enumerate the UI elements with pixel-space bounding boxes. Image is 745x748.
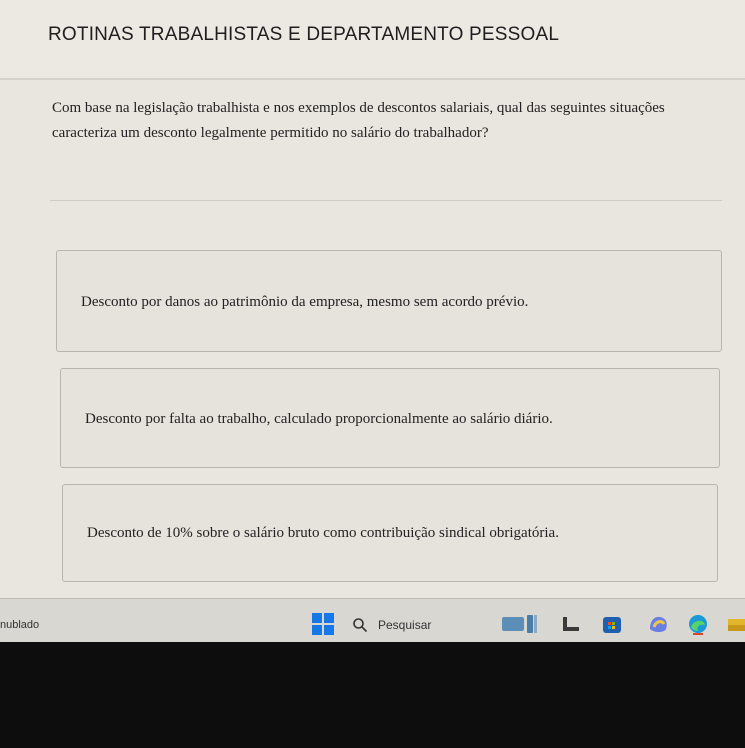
question-text: Com base na legislação trabalhista e nos… <box>52 100 665 141</box>
copilot-icon[interactable] <box>646 613 670 635</box>
answer-option-3[interactable]: Desconto de 10% sobre o salário bruto co… <box>62 484 718 582</box>
folder-icon[interactable] <box>728 613 745 635</box>
search-label: Pesquisar <box>378 618 432 632</box>
weather-widget[interactable]: nublado <box>0 619 39 631</box>
search-icon <box>353 618 368 633</box>
store-icon[interactable] <box>602 613 622 635</box>
screen: ROTINAS TRABALHISTAS E DEPARTAMENTO PESS… <box>0 0 745 598</box>
taskbar-search[interactable]: Pesquisar <box>352 616 431 634</box>
widgets-icon[interactable] <box>500 613 538 635</box>
file-explorer-icon[interactable] <box>560 613 582 635</box>
monitor-bezel <box>0 642 745 748</box>
answer-option-2[interactable]: Desconto por falta ao trabalho, calculad… <box>60 368 720 468</box>
answer-option-label: Desconto por danos ao patrimônio da empr… <box>81 294 529 310</box>
edge-icon[interactable] <box>686 613 710 635</box>
page-header: ROTINAS TRABALHISTAS E DEPARTAMENTO PESS… <box>0 0 745 80</box>
answer-option-1[interactable]: Desconto por danos ao patrimônio da empr… <box>56 250 722 352</box>
answer-option-label: Desconto de 10% sobre o salário bruto co… <box>87 525 559 541</box>
taskbar: nublado Pesquisar <box>0 598 745 643</box>
divider <box>50 200 722 201</box>
page-title: ROTINAS TRABALHISTAS E DEPARTAMENTO PESS… <box>48 24 560 45</box>
windows-start-icon[interactable] <box>312 613 334 635</box>
answer-option-label: Desconto por falta ao trabalho, calculad… <box>85 411 553 427</box>
